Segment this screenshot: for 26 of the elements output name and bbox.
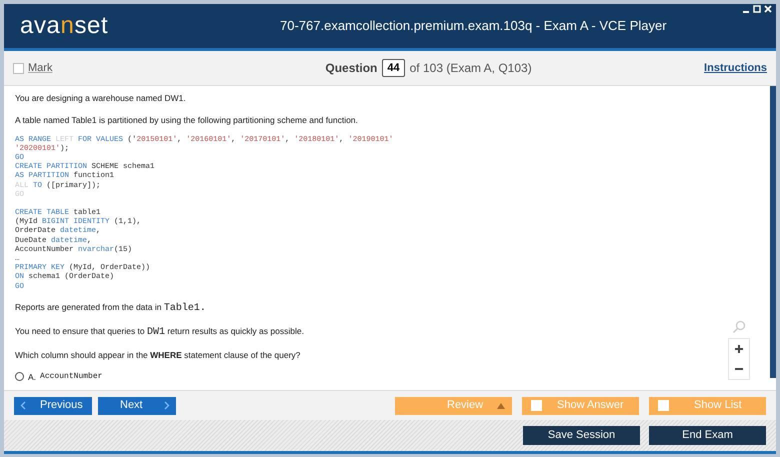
question-text: You are designing a warehouse named DW1.: [15, 92, 187, 105]
close-icon[interactable]: [764, 5, 772, 13]
window-title: 70-767.examcollection.premium.exam.103q - Exam A - VCE Player: [280, 17, 667, 36]
previous-button[interactable]: Previous: [14, 396, 92, 414]
mark-label[interactable]: Mark: [28, 60, 52, 76]
option-text: AccountNumber: [40, 370, 102, 383]
question-text: Which column should appear in the WHERE statement clause of the query?: [15, 348, 300, 362]
question-count: of 103 (Exam A, Q103): [410, 60, 532, 77]
question-number-field[interactable]: 44: [382, 58, 405, 78]
question-text: You need to ensure that queries to DW1 return results as quickly as possible.: [15, 324, 304, 340]
question-text: A table named Table1 is partitioned by using the following partitioning scheme and function.: [15, 114, 359, 126]
radio-button[interactable]: [15, 372, 24, 382]
chevron-left-icon: [20, 401, 26, 410]
next-button[interactable]: Next: [98, 396, 176, 414]
end-exam-button[interactable]: End Exam: [649, 426, 766, 445]
option-letter: A.: [28, 370, 36, 384]
logo: avanset: [20, 11, 110, 41]
scrollbar[interactable]: [770, 86, 776, 378]
question-text: Reports are generated from the data in Table1.: [15, 300, 206, 316]
checkbox[interactable]: [13, 62, 24, 74]
maximize-icon[interactable]: [753, 5, 761, 13]
question-label: Question: [325, 60, 378, 77]
caret-up-icon: [497, 402, 505, 408]
chevron-right-icon: [164, 401, 170, 410]
save-session-button[interactable]: Save Session: [523, 426, 640, 445]
instructions-link[interactable]: Instructions: [704, 60, 767, 76]
